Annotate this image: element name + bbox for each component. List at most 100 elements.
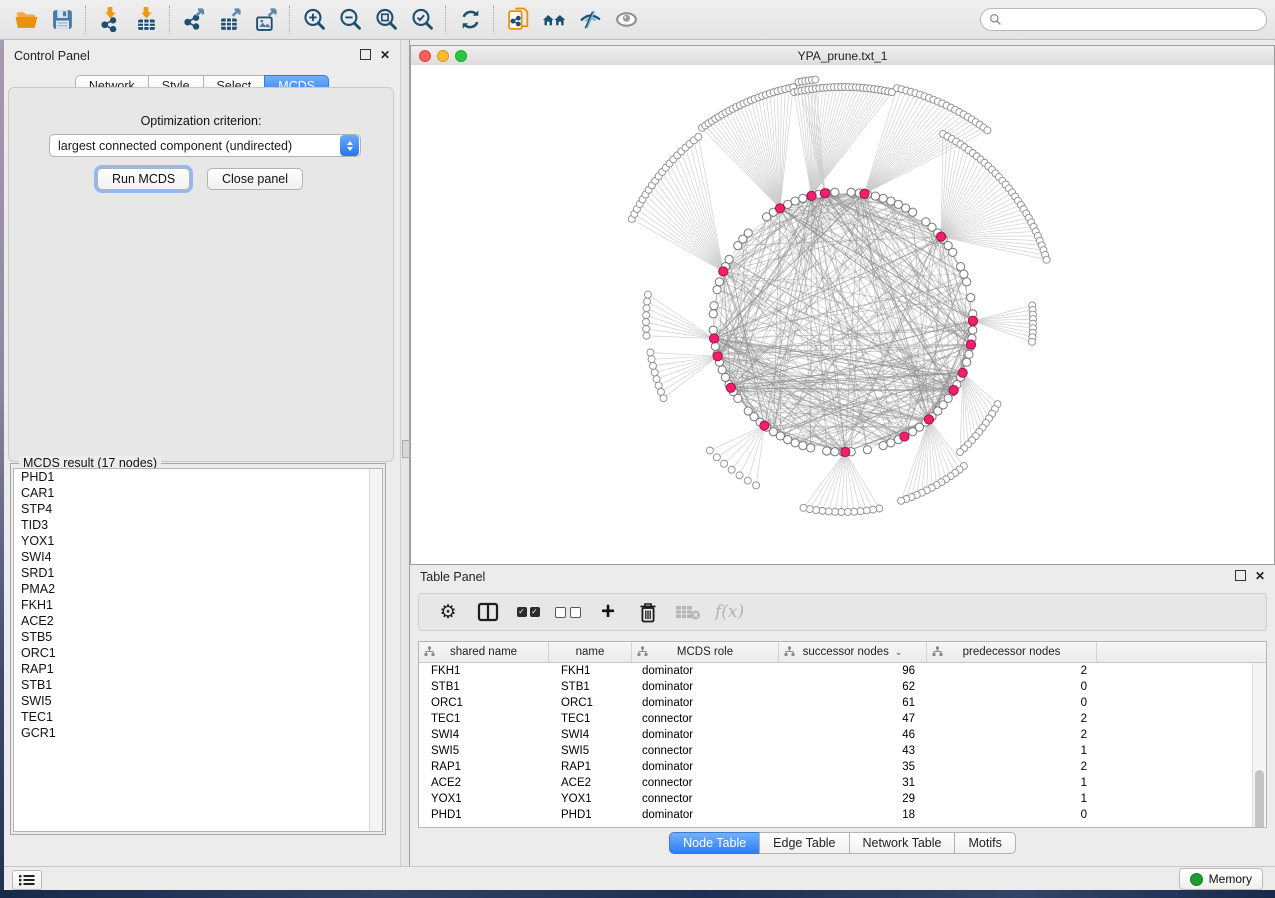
export-network-button[interactable] xyxy=(176,4,212,36)
mcds-result-item[interactable]: RAP1 xyxy=(14,661,382,677)
table-row[interactable]: FKH1FKH1dominator962 xyxy=(419,663,1266,679)
show-all-button[interactable] xyxy=(608,4,644,36)
table-cell[interactable]: FKH1 xyxy=(549,663,632,679)
leaf-node[interactable] xyxy=(653,376,660,383)
table-cell[interactable]: FKH1 xyxy=(419,663,549,679)
ring-node[interactable] xyxy=(847,188,855,196)
leaf-node[interactable] xyxy=(655,382,662,389)
mcds-hub-node[interactable] xyxy=(968,316,977,325)
table-cell[interactable]: connector xyxy=(632,743,779,759)
open-file-button[interactable] xyxy=(8,4,44,36)
table-cell[interactable]: YOX1 xyxy=(549,791,632,807)
mcds-hub-node[interactable] xyxy=(900,432,909,441)
ring-node[interactable] xyxy=(744,407,752,415)
table-scrollbar[interactable] xyxy=(1252,663,1266,827)
table-cell[interactable]: dominator xyxy=(632,807,779,823)
mcds-hub-node[interactable] xyxy=(949,386,958,395)
column-visibility-button[interactable] xyxy=(475,597,501,627)
leaf-node[interactable] xyxy=(728,466,735,473)
zoom-selected-button[interactable] xyxy=(404,4,440,36)
mcds-result-item[interactable]: GCR1 xyxy=(14,725,382,741)
mcds-result-item[interactable]: PHD1 xyxy=(14,469,382,485)
mcds-hub-node[interactable] xyxy=(860,189,869,198)
leaf-node[interactable] xyxy=(744,477,751,484)
table-row[interactable]: STB1STB1dominator620 xyxy=(419,679,1266,695)
leaf-node[interactable] xyxy=(648,356,655,363)
table-cell[interactable]: SWI4 xyxy=(549,727,632,743)
leaf-node[interactable] xyxy=(1028,338,1035,345)
ring-node[interactable] xyxy=(744,229,752,237)
create-column-button[interactable]: + xyxy=(595,597,621,627)
table-cell[interactable]: 46 xyxy=(779,727,927,743)
mcds-hub-node[interactable] xyxy=(937,232,946,241)
ring-node[interactable] xyxy=(831,188,839,196)
select-all-button[interactable]: ✓ ✓ xyxy=(515,597,541,627)
column-header-MCDS-role[interactable]: MCDS role xyxy=(632,642,779,662)
search-box[interactable] xyxy=(980,8,1267,31)
hide-selected-button[interactable] xyxy=(572,4,608,36)
function-builder-button[interactable]: f(x) xyxy=(715,597,744,627)
table-cell[interactable]: 35 xyxy=(779,759,927,775)
table-cell[interactable]: 2 xyxy=(927,727,1097,743)
mcds-list-scrollbar[interactable] xyxy=(369,469,382,831)
table-cell[interactable]: STB1 xyxy=(549,679,632,695)
ring-node[interactable] xyxy=(721,373,729,381)
leaf-node[interactable] xyxy=(649,362,656,369)
leaf-node[interactable] xyxy=(644,291,651,298)
ring-node[interactable] xyxy=(718,366,726,374)
delete-column-button[interactable] xyxy=(635,597,661,627)
mcds-hub-node[interactable] xyxy=(713,352,722,361)
deselect-all-button[interactable] xyxy=(555,597,581,627)
network-graph[interactable] xyxy=(411,65,1274,564)
leaf-node[interactable] xyxy=(806,506,813,513)
table-cell[interactable]: ACE2 xyxy=(549,775,632,791)
table-row[interactable]: PHD1PHD1dominator180 xyxy=(419,807,1266,823)
table-cell[interactable]: 0 xyxy=(927,679,1097,695)
ring-node[interactable] xyxy=(791,197,799,205)
run-mcds-button[interactable]: Run MCDS xyxy=(97,168,190,190)
leaf-node[interactable] xyxy=(721,460,728,467)
import-table-button[interactable] xyxy=(128,4,164,36)
ring-node[interactable] xyxy=(909,428,917,436)
column-header-predecessor-nodes[interactable]: predecessor nodes xyxy=(927,642,1097,662)
mcds-hub-node[interactable] xyxy=(841,447,850,456)
table-cell[interactable]: PHD1 xyxy=(549,807,632,823)
ring-node[interactable] xyxy=(863,446,871,454)
mcds-result-item[interactable]: YOX1 xyxy=(14,533,382,549)
leaf-node[interactable] xyxy=(898,497,905,504)
table-cell[interactable]: 2 xyxy=(927,759,1097,775)
mcds-result-item[interactable]: SWI4 xyxy=(14,549,382,565)
leaf-node[interactable] xyxy=(812,76,819,83)
ring-node[interactable] xyxy=(831,448,839,456)
mcds-result-item[interactable]: FKH1 xyxy=(14,597,382,613)
mcds-result-item[interactable]: TID3 xyxy=(14,517,382,533)
ring-node[interactable] xyxy=(709,310,717,318)
table-cell[interactable]: 31 xyxy=(779,775,927,791)
table-cell[interactable]: 61 xyxy=(779,695,927,711)
ring-node[interactable] xyxy=(823,447,831,455)
scrollbar-thumb[interactable] xyxy=(1255,770,1264,828)
table-cell[interactable]: ORC1 xyxy=(419,695,549,711)
table-cell[interactable]: 47 xyxy=(779,711,927,727)
ring-node[interactable] xyxy=(799,442,807,450)
network-window-titlebar[interactable]: YPA_prune.txt_1 xyxy=(411,46,1274,66)
table-cell[interactable]: SWI4 xyxy=(419,727,549,743)
ring-node[interactable] xyxy=(960,270,968,278)
table-cell[interactable]: 1 xyxy=(927,775,1097,791)
table-cell[interactable]: TEC1 xyxy=(549,711,632,727)
optimization-criterion-select[interactable]: largest connected component (undirected) xyxy=(49,134,361,157)
memory-button[interactable]: Memory xyxy=(1179,868,1263,890)
ring-node[interactable] xyxy=(791,439,799,447)
table-cell[interactable]: connector xyxy=(632,791,779,807)
ring-node[interactable] xyxy=(887,439,895,447)
table-cell[interactable]: dominator xyxy=(632,695,779,711)
ring-node[interactable] xyxy=(965,350,973,358)
float-panel-icon[interactable] xyxy=(360,49,371,60)
ring-node[interactable] xyxy=(963,278,971,286)
close-panel-button[interactable]: Close panel xyxy=(207,168,303,190)
ring-node[interactable] xyxy=(969,326,977,334)
mcds-result-item[interactable]: CAR1 xyxy=(14,485,382,501)
leaf-node[interactable] xyxy=(713,454,720,461)
ring-node[interactable] xyxy=(963,358,971,366)
ring-node[interactable] xyxy=(713,286,721,294)
